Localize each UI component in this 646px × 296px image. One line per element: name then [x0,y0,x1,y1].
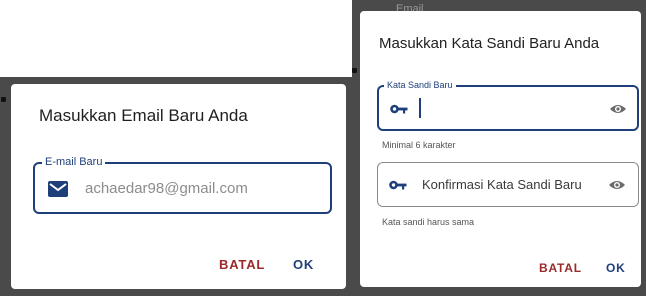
new-email-label: E-mail Baru [42,156,106,168]
ok-button[interactable]: OK [606,261,626,275]
password-dialog-title: Masukkan Kata Sandi Baru Anda [379,35,600,52]
new-email-value: achaedar98@gmail.com [85,180,248,197]
eye-icon[interactable] [608,179,626,191]
email-dialog-title: Masukkan Email Baru Anda [39,106,248,125]
key-icon [390,104,408,114]
overlay-artifact [1,97,6,102]
eye-icon[interactable] [609,103,627,115]
overlay-artifact [352,68,357,73]
cancel-button[interactable]: BATAL [219,257,265,272]
new-email-field[interactable]: E-mail Baru achaedar98@gmail.com [33,156,332,214]
new-password-helper: Minimal 6 karakter [382,140,456,150]
new-password-field[interactable]: Kata Sandi Baru [377,80,639,131]
text-caret [419,98,421,118]
new-password-label: Kata Sandi Baru [384,80,456,90]
mail-icon [48,181,68,197]
ok-button[interactable]: OK [293,257,314,272]
cancel-button[interactable]: BATAL [539,261,582,275]
confirm-password-field[interactable]: Konfirmasi Kata Sandi Baru [377,162,639,207]
key-icon [389,180,407,190]
password-dialog: Masukkan Kata Sandi Baru Anda Kata Sandi… [360,11,641,287]
confirm-password-helper: Kata sandi harus sama [382,217,475,227]
confirm-password-placeholder: Konfirmasi Kata Sandi Baru [422,177,582,192]
email-dialog: Masukkan Email Baru Anda E-mail Baru ach… [11,84,346,289]
